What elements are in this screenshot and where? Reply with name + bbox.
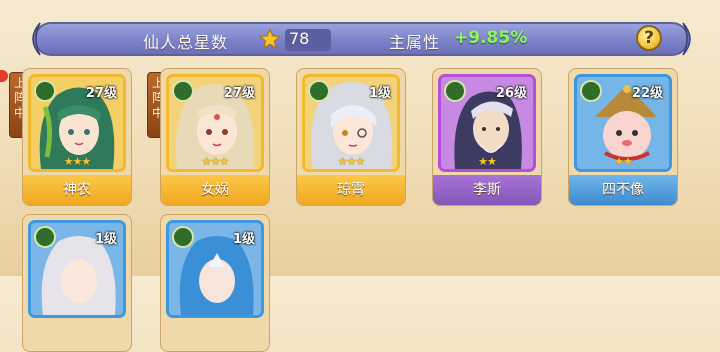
level-label: 1级 [232,232,255,247]
portrait-frame: 22级 ★★ [574,74,672,172]
level-label: 27级 [85,86,117,101]
portrait-frame: 1级 [28,220,126,318]
star-rating: ★★★ [337,155,366,168]
star-icon [259,28,281,50]
element-icon [580,80,602,102]
immortal-card[interactable]: 27级 ★★★ 神农 [22,68,132,206]
immortal-card[interactable]: 1级 [22,214,132,352]
star-rating: ★★ [614,155,633,168]
immortal-card[interactable]: 26级 ★★ 李斯 [432,68,542,206]
main-attribute-bonus: +9.85% [454,28,528,48]
immortal-name: 四不像 [569,175,677,205]
element-icon [172,80,194,102]
level-label: 27级 [223,86,255,101]
immortal-card[interactable]: 27级 ★★★ 女娲 [160,68,270,206]
immortal-card[interactable]: 1级 [160,214,270,352]
element-icon [34,80,56,102]
star-rating: ★★★ [63,155,92,168]
immortal-card[interactable]: 22级 ★★ 四不像 [568,68,678,206]
notification-dot [0,70,8,82]
immortal-name: 李斯 [433,175,541,205]
help-button[interactable]: ? [636,25,662,51]
immortal-name: 琼霄 [297,175,405,205]
level-label: 1级 [94,232,117,247]
portrait-frame: 27级 ★★★ [166,74,264,172]
total-stars-label: 仙人总星数 [143,33,229,52]
immortal-name: 神农 [23,175,131,205]
star-rating: ★★ [478,155,497,168]
bar-left-ornament [32,22,41,56]
element-icon [172,226,194,248]
portrait-frame: 1级 [166,220,264,318]
total-stars-bar: 仙人总星数 78 主属性 +9.85% ? [32,22,691,56]
level-label: 26级 [495,86,527,101]
level-label: 1级 [368,86,391,101]
element-icon [308,80,330,102]
star-rating: ★★★ [201,155,230,168]
element-icon [444,80,466,102]
immortal-card[interactable]: 1级 ★★★ 琼霄 [296,68,406,206]
main-attribute-label: 主属性 [389,33,441,52]
element-icon [34,226,56,248]
portrait-frame: 1级 ★★★ [302,74,400,172]
immortal-name: 女娲 [161,175,269,205]
portrait-frame: 27级 ★★★ [28,74,126,172]
portrait-frame: 26级 ★★ [438,74,536,172]
total-stars-value: 78 [289,29,310,48]
bar-right-ornament [682,22,691,56]
level-label: 22级 [631,86,663,101]
